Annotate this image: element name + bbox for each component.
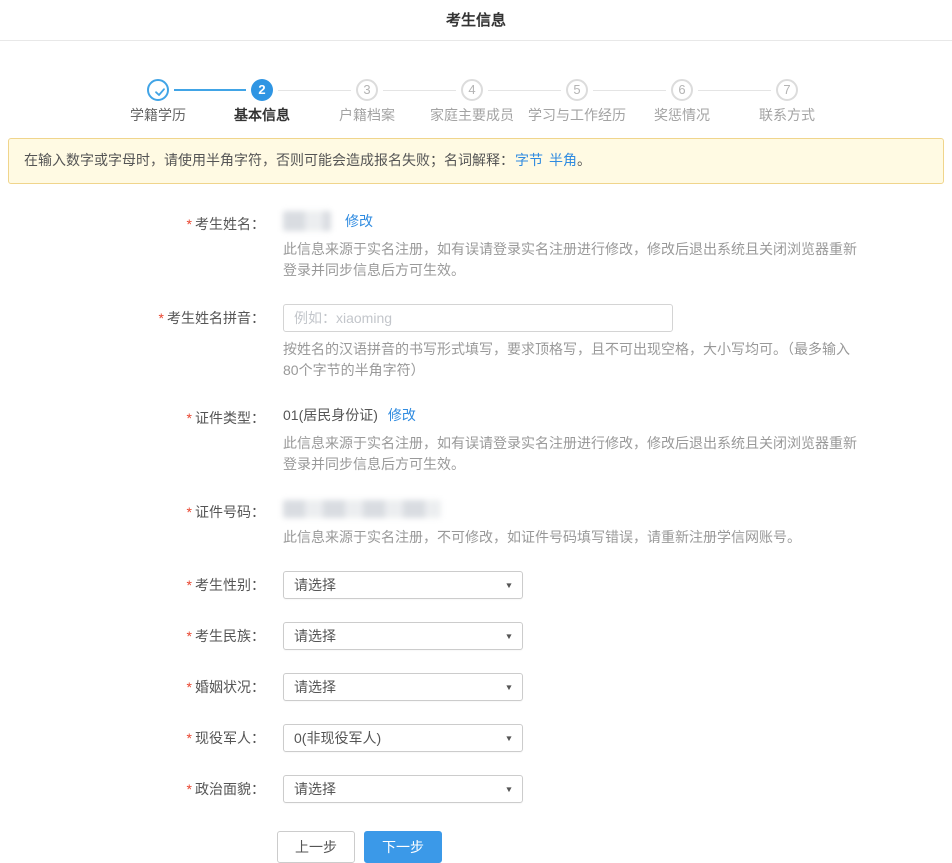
dropdown-arrow-icon: ▼ (505, 683, 514, 692)
marital-status-select[interactable]: 请选择 ▼ (283, 673, 523, 701)
military-service-label: 现役军人： (195, 730, 265, 746)
step-label: 联系方式 (722, 105, 852, 125)
step-number: 5 (566, 79, 588, 101)
candidate-info-form: *考生姓名： 修改 此信息来源于实名注册，如有误请登录实名注册进行修改，修改后退… (0, 210, 952, 863)
dropdown-arrow-icon: ▼ (505, 734, 514, 743)
gender-select[interactable]: 请选择 ▼ (283, 571, 523, 599)
gender-label: 考生性别： (195, 577, 265, 593)
halfwidth-notice-banner: 在输入数字或字母时，请使用半角字符，否则可能会造成报名失败；名词解释：字节半角。 (8, 138, 944, 184)
masked-candidate-name-value (283, 211, 331, 231)
required-asterisk: * (187, 781, 192, 797)
required-asterisk: * (187, 504, 192, 520)
id-type-help-text: 此信息来源于实名注册，如有误请登录实名注册进行修改，修改后退出系统且关闭浏览器重… (283, 433, 859, 475)
marital-status-select-value: 请选择 (294, 677, 336, 697)
candidate-name-help-text: 此信息来源于实名注册，如有误请登录实名注册进行修改，修改后退出系统且关闭浏览器重… (283, 239, 859, 281)
byte-definition-link[interactable]: 字节 (515, 152, 543, 168)
field-id-type: *证件类型： 01(居民身份证) 修改 此信息来源于实名注册，如有误请登录实名注… (0, 404, 952, 475)
name-pinyin-input[interactable] (283, 304, 673, 332)
field-marital-status: *婚姻状况： 请选择 ▼ (0, 673, 952, 701)
halfwidth-definition-link[interactable]: 半角 (549, 152, 577, 168)
field-candidate-name: *考生姓名： 修改 此信息来源于实名注册，如有误请登录实名注册进行修改，修改后退… (0, 210, 952, 281)
id-type-label: 证件类型： (195, 410, 265, 426)
step-number: 6 (671, 79, 693, 101)
previous-step-button[interactable]: 上一步 (277, 831, 355, 863)
political-status-label: 政治面貌： (195, 781, 265, 797)
masked-id-number-value (283, 500, 441, 518)
required-asterisk: * (187, 577, 192, 593)
required-asterisk: * (187, 730, 192, 746)
modify-name-link[interactable]: 修改 (345, 211, 373, 231)
required-asterisk: * (187, 679, 192, 695)
dropdown-arrow-icon: ▼ (505, 581, 514, 590)
form-actions: 上一步 下一步 (0, 831, 952, 863)
field-id-number: *证件号码： 此信息来源于实名注册，不可修改，如证件号码填写错误，请重新注册学信… (0, 498, 952, 548)
political-status-select[interactable]: 请选择 ▼ (283, 775, 523, 803)
name-pinyin-help-text: 按姓名的汉语拼音的书写形式填写，要求顶格写，且不可出现空格，大小写均可。（最多输… (283, 339, 859, 381)
field-ethnicity: *考生民族： 请选择 ▼ (0, 622, 952, 650)
dropdown-arrow-icon: ▼ (505, 632, 514, 641)
notice-period: 。 (577, 152, 591, 168)
military-service-select[interactable]: 0(非现役军人) ▼ (283, 724, 523, 752)
page-title: 考生信息 (0, 9, 952, 30)
step-number: 3 (356, 79, 378, 101)
gender-select-value: 请选择 (294, 575, 336, 595)
field-name-pinyin: *考生姓名拼音： 按姓名的汉语拼音的书写形式填写，要求顶格写，且不可出现空格，大… (0, 304, 952, 381)
ethnicity-select-value: 请选择 (294, 626, 336, 646)
id-type-value: 01(居民身份证) (283, 405, 378, 425)
candidate-name-label: 考生姓名： (195, 216, 265, 232)
id-number-help-text: 此信息来源于实名注册，不可修改，如证件号码填写错误，请重新注册学信网账号。 (283, 527, 859, 548)
required-asterisk: * (187, 628, 192, 644)
ethnicity-label: 考生民族： (195, 628, 265, 644)
id-number-label: 证件号码： (195, 504, 265, 520)
step-number: 2 (251, 79, 273, 101)
next-step-button[interactable]: 下一步 (364, 831, 442, 863)
step-number: 7 (776, 79, 798, 101)
military-service-select-value: 0(非现役军人) (294, 728, 381, 748)
political-status-select-value: 请选择 (294, 779, 336, 799)
required-asterisk: * (159, 310, 164, 326)
field-gender: *考生性别： 请选择 ▼ (0, 571, 952, 599)
notice-text: 在输入数字或字母时，请使用半角字符，否则可能会造成报名失败；名词解释： (24, 152, 514, 168)
name-pinyin-label: 考生姓名拼音： (167, 310, 265, 326)
dropdown-arrow-icon: ▼ (505, 785, 514, 794)
step-wizard: 学籍学历 2 基本信息 3 户籍档案 4 家庭主要成员 5 学习与工作经历 6 … (0, 79, 952, 138)
required-asterisk: * (187, 216, 192, 232)
marital-status-label: 婚姻状况： (195, 679, 265, 695)
page-header: 考生信息 (0, 0, 952, 41)
step-item-7: 7 联系方式 (722, 79, 852, 125)
check-icon (147, 79, 169, 101)
step-number: 4 (461, 79, 483, 101)
field-political-status: *政治面貌： 请选择 ▼ (0, 775, 952, 803)
required-asterisk: * (187, 410, 192, 426)
field-military-service: *现役军人： 0(非现役军人) ▼ (0, 724, 952, 752)
modify-id-type-link[interactable]: 修改 (388, 405, 416, 425)
ethnicity-select[interactable]: 请选择 ▼ (283, 622, 523, 650)
